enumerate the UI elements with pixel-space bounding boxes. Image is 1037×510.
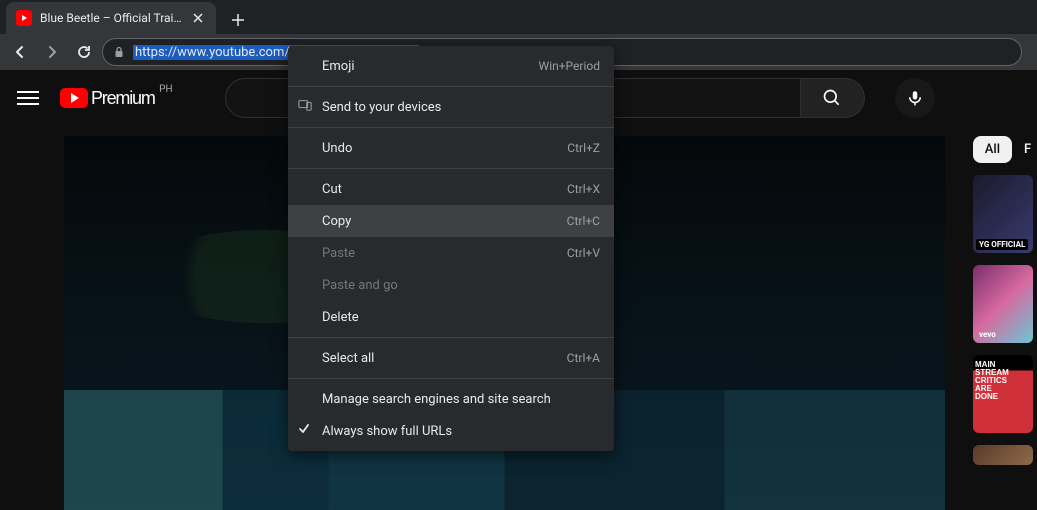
menu-shortcut: Ctrl+Z [567, 141, 600, 155]
filter-chips: All F [973, 136, 1033, 163]
new-tab-button[interactable] [224, 6, 252, 34]
menu-separator [288, 337, 614, 338]
reload-button[interactable] [70, 38, 98, 66]
menu-item-emoji[interactable]: Emoji Win+Period [288, 50, 614, 82]
menu-label: Emoji [322, 59, 354, 74]
recommendation-thumb[interactable] [973, 445, 1033, 465]
youtube-brand: Premium [91, 88, 155, 109]
menu-item-copy[interactable]: Copy Ctrl+C [288, 205, 614, 237]
menu-shortcut: Ctrl+X [567, 182, 600, 196]
youtube-play-icon [60, 88, 88, 108]
menu-item-manage-engines[interactable]: Manage search engines and site search [288, 383, 614, 415]
browser-tab[interactable]: Blue Beetle – Official Trailer - You [6, 2, 216, 34]
search-button[interactable] [801, 78, 865, 118]
menu-label: Paste and go [322, 278, 398, 293]
close-tab-button[interactable] [190, 10, 206, 26]
menu-item-undo[interactable]: Undo Ctrl+Z [288, 132, 614, 164]
menu-item-cut[interactable]: Cut Ctrl+X [288, 173, 614, 205]
chip-next[interactable]: F [1022, 136, 1033, 163]
menu-separator [288, 378, 614, 379]
right-rail: All F YG OFFICIAL vevo MAIN STREAM CRITI… [969, 126, 1037, 510]
menu-separator [288, 127, 614, 128]
back-button[interactable] [6, 38, 34, 66]
menu-label: Select all [322, 351, 374, 366]
menu-label: Send to your devices [322, 100, 441, 115]
check-icon [298, 423, 310, 439]
devices-icon [298, 98, 312, 116]
menu-label: Delete [322, 310, 359, 325]
forward-button[interactable] [38, 38, 66, 66]
recommendation-thumb[interactable]: MAIN STREAM CRITICS ARE DONE [973, 355, 1033, 433]
menu-separator [288, 168, 614, 169]
menu-item-send-devices[interactable]: Send to your devices [288, 91, 614, 123]
menu-label: Always show full URLs [322, 424, 452, 439]
menu-item-show-full-urls[interactable]: Always show full URLs [288, 415, 614, 447]
menu-item-select-all[interactable]: Select all Ctrl+A [288, 342, 614, 374]
badge-text: vevo [976, 329, 999, 340]
voice-search-button[interactable] [895, 78, 935, 118]
context-menu: Emoji Win+Period Send to your devices Un… [288, 46, 614, 451]
recommendation-thumb[interactable]: YG OFFICIAL [973, 175, 1033, 253]
menu-shortcut: Ctrl+V [567, 246, 600, 260]
menu-shortcut: Ctrl+C [567, 214, 600, 228]
chip-all[interactable]: All [973, 136, 1012, 163]
badge-text: OFFICIAL [991, 240, 1025, 249]
youtube-logo[interactable]: Premium PH [60, 88, 155, 109]
menu-item-paste-and-go: Paste and go [288, 269, 614, 301]
menu-shortcut: Win+Period [539, 59, 600, 73]
recommendation-thumb[interactable]: vevo [973, 265, 1033, 343]
menu-label: Paste [322, 246, 355, 261]
tab-title: Blue Beetle – Official Trailer - You [40, 11, 182, 25]
country-code: PH [159, 84, 172, 95]
lock-icon [113, 43, 125, 62]
badge-prefix: YG [979, 240, 989, 249]
menu-label: Cut [322, 182, 342, 197]
tab-strip: Blue Beetle – Official Trailer - You [0, 0, 1037, 34]
thumb-overlay-text: MAIN STREAM CRITICS ARE DONE [975, 361, 1009, 401]
menu-label: Undo [322, 141, 352, 156]
youtube-favicon-icon [16, 10, 32, 26]
menu-separator [288, 86, 614, 87]
menu-item-delete[interactable]: Delete [288, 301, 614, 333]
menu-label: Manage search engines and site search [322, 392, 551, 407]
menu-label: Copy [322, 214, 351, 229]
hamburger-menu-button[interactable] [16, 86, 40, 110]
menu-shortcut: Ctrl+A [567, 351, 600, 365]
menu-item-paste: Paste Ctrl+V [288, 237, 614, 269]
